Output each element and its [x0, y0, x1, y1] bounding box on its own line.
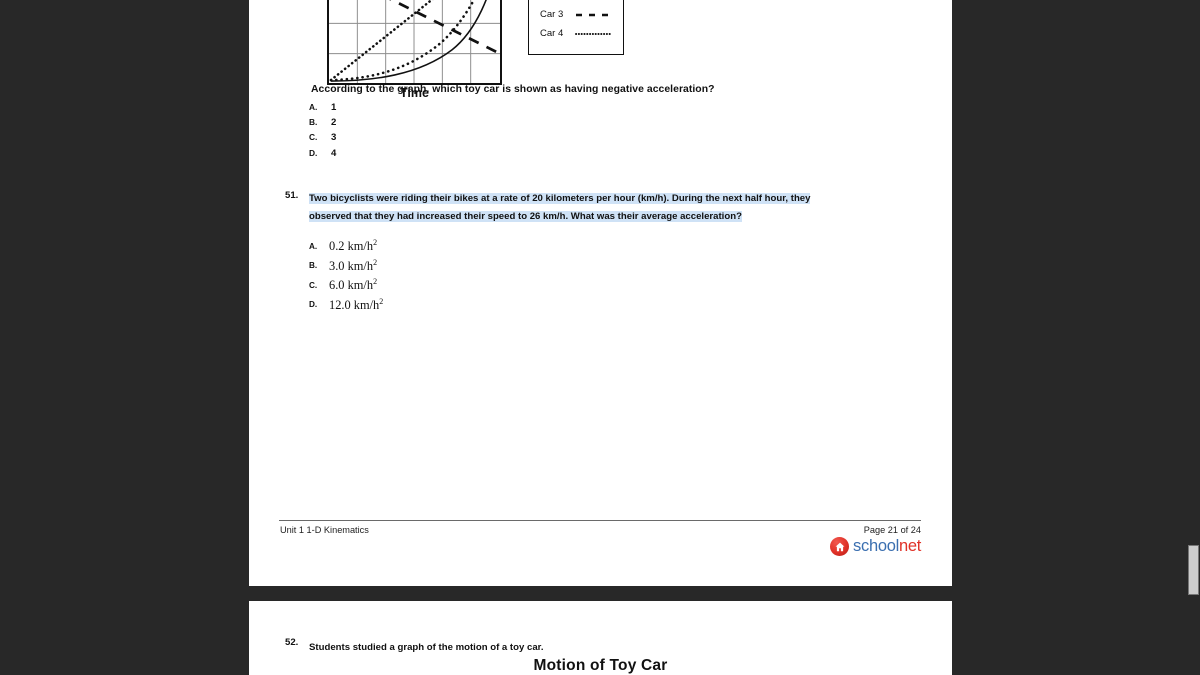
option-row[interactable]: C. 3 — [309, 132, 336, 147]
option-value: 0.2 km/h2 — [329, 238, 378, 254]
option-row[interactable]: A. 1 — [309, 102, 336, 117]
option-letter: D. — [309, 300, 318, 309]
vertical-scrollbar-track[interactable] — [1187, 0, 1200, 675]
question-52-stem: Students studied a graph of the motion o… — [309, 642, 544, 653]
question-51-number: 51. — [285, 190, 299, 201]
legend-swatch-dotted-fine — [574, 29, 614, 39]
legend-label-car-2: Car 2 — [540, 0, 574, 1]
footer-right-group: Page 21 of 24 schoolnet — [830, 525, 921, 556]
option-letter: B. — [309, 261, 318, 270]
legend-label-car-4: Car 4 — [540, 28, 564, 39]
legend-item-car-4: Car 4 — [529, 24, 623, 43]
option-letter: D. — [309, 147, 318, 158]
question-50-stem: According to the graph, which toy car is… — [311, 84, 715, 95]
stimulus-figure: Toy Car Graph Position — [249, 0, 952, 100]
option-row[interactable]: C. 6.0 km/h2 — [309, 273, 383, 293]
option-value: 6.0 km/h2 — [329, 277, 378, 293]
legend-swatch-dotted-coarse — [574, 0, 614, 1]
question-51-options: A. 0.2 km/h2 B. 3.0 km/h2 C. 6.0 km/h2 D… — [309, 234, 383, 312]
option-letter: C. — [309, 280, 318, 290]
page-number-label: Page 21 of 24 — [863, 525, 921, 535]
option-value: 3.0 km/h2 — [329, 257, 378, 273]
schoolnet-logo: schoolnet — [830, 537, 921, 556]
vertical-scrollbar-thumb[interactable] — [1188, 545, 1199, 595]
question-52: 52. Students studied a graph of the moti… — [285, 637, 845, 655]
brand-net-text: net — [898, 537, 921, 556]
document-page-21: Toy Car Graph Position — [249, 0, 952, 586]
legend-key-box: Key Car 1 Car 2 — [528, 0, 624, 55]
question-50-options: A. 1 B. 2 C. 3 D. 4 — [309, 102, 336, 163]
question-52-number: 52. — [285, 637, 299, 648]
option-row[interactable]: B. 3.0 km/h2 — [309, 254, 383, 274]
question-52-figure-title: Motion of Toy Car — [533, 657, 668, 674]
question-51-stem[interactable]: Two bicyclists were riding their bikes a… — [309, 193, 811, 222]
position-time-plot — [327, 0, 502, 85]
legend-swatch-dashed — [574, 10, 614, 20]
footer-unit-label: Unit 1 1-D Kinematics — [280, 525, 369, 535]
legend-label-car-3: Car 3 — [540, 9, 564, 20]
option-exponent: 2 — [373, 277, 378, 287]
pdf-viewer[interactable]: Toy Car Graph Position — [0, 0, 1200, 675]
footer-divider — [279, 520, 921, 521]
option-value: 12.0 km/h2 — [329, 296, 384, 312]
option-letter: B. — [309, 117, 318, 128]
option-exponent: 2 — [373, 238, 378, 248]
question-51-stem-wrap: Two bicyclists were riding their bikes a… — [285, 188, 845, 224]
option-text: 1 — [331, 102, 337, 113]
plot-svg — [329, 0, 500, 83]
option-row[interactable]: B. 2 — [309, 117, 336, 132]
house-icon — [830, 537, 850, 556]
option-letter: A. — [309, 102, 318, 112]
option-row[interactable]: A. 0.2 km/h2 — [309, 234, 383, 254]
document-page-22: 52. Students studied a graph of the moti… — [249, 601, 952, 675]
brand-school-text: school — [853, 537, 899, 556]
option-letter: A. — [309, 241, 318, 251]
legend-item-car-3: Car 3 — [529, 5, 623, 24]
option-text: 2 — [331, 117, 337, 129]
option-row[interactable]: D. 12.0 km/h2 — [309, 293, 383, 313]
option-row[interactable]: D. 4 — [309, 148, 336, 163]
option-text: 4 — [331, 147, 337, 159]
option-text: 3 — [331, 132, 337, 144]
option-exponent: 2 — [379, 296, 384, 306]
question-51: 51. Two bicyclists were riding their bik… — [285, 188, 845, 312]
option-letter: C. — [309, 132, 318, 143]
brand-wordmark: schoolnet — [853, 538, 921, 555]
option-exponent: 2 — [373, 257, 378, 267]
